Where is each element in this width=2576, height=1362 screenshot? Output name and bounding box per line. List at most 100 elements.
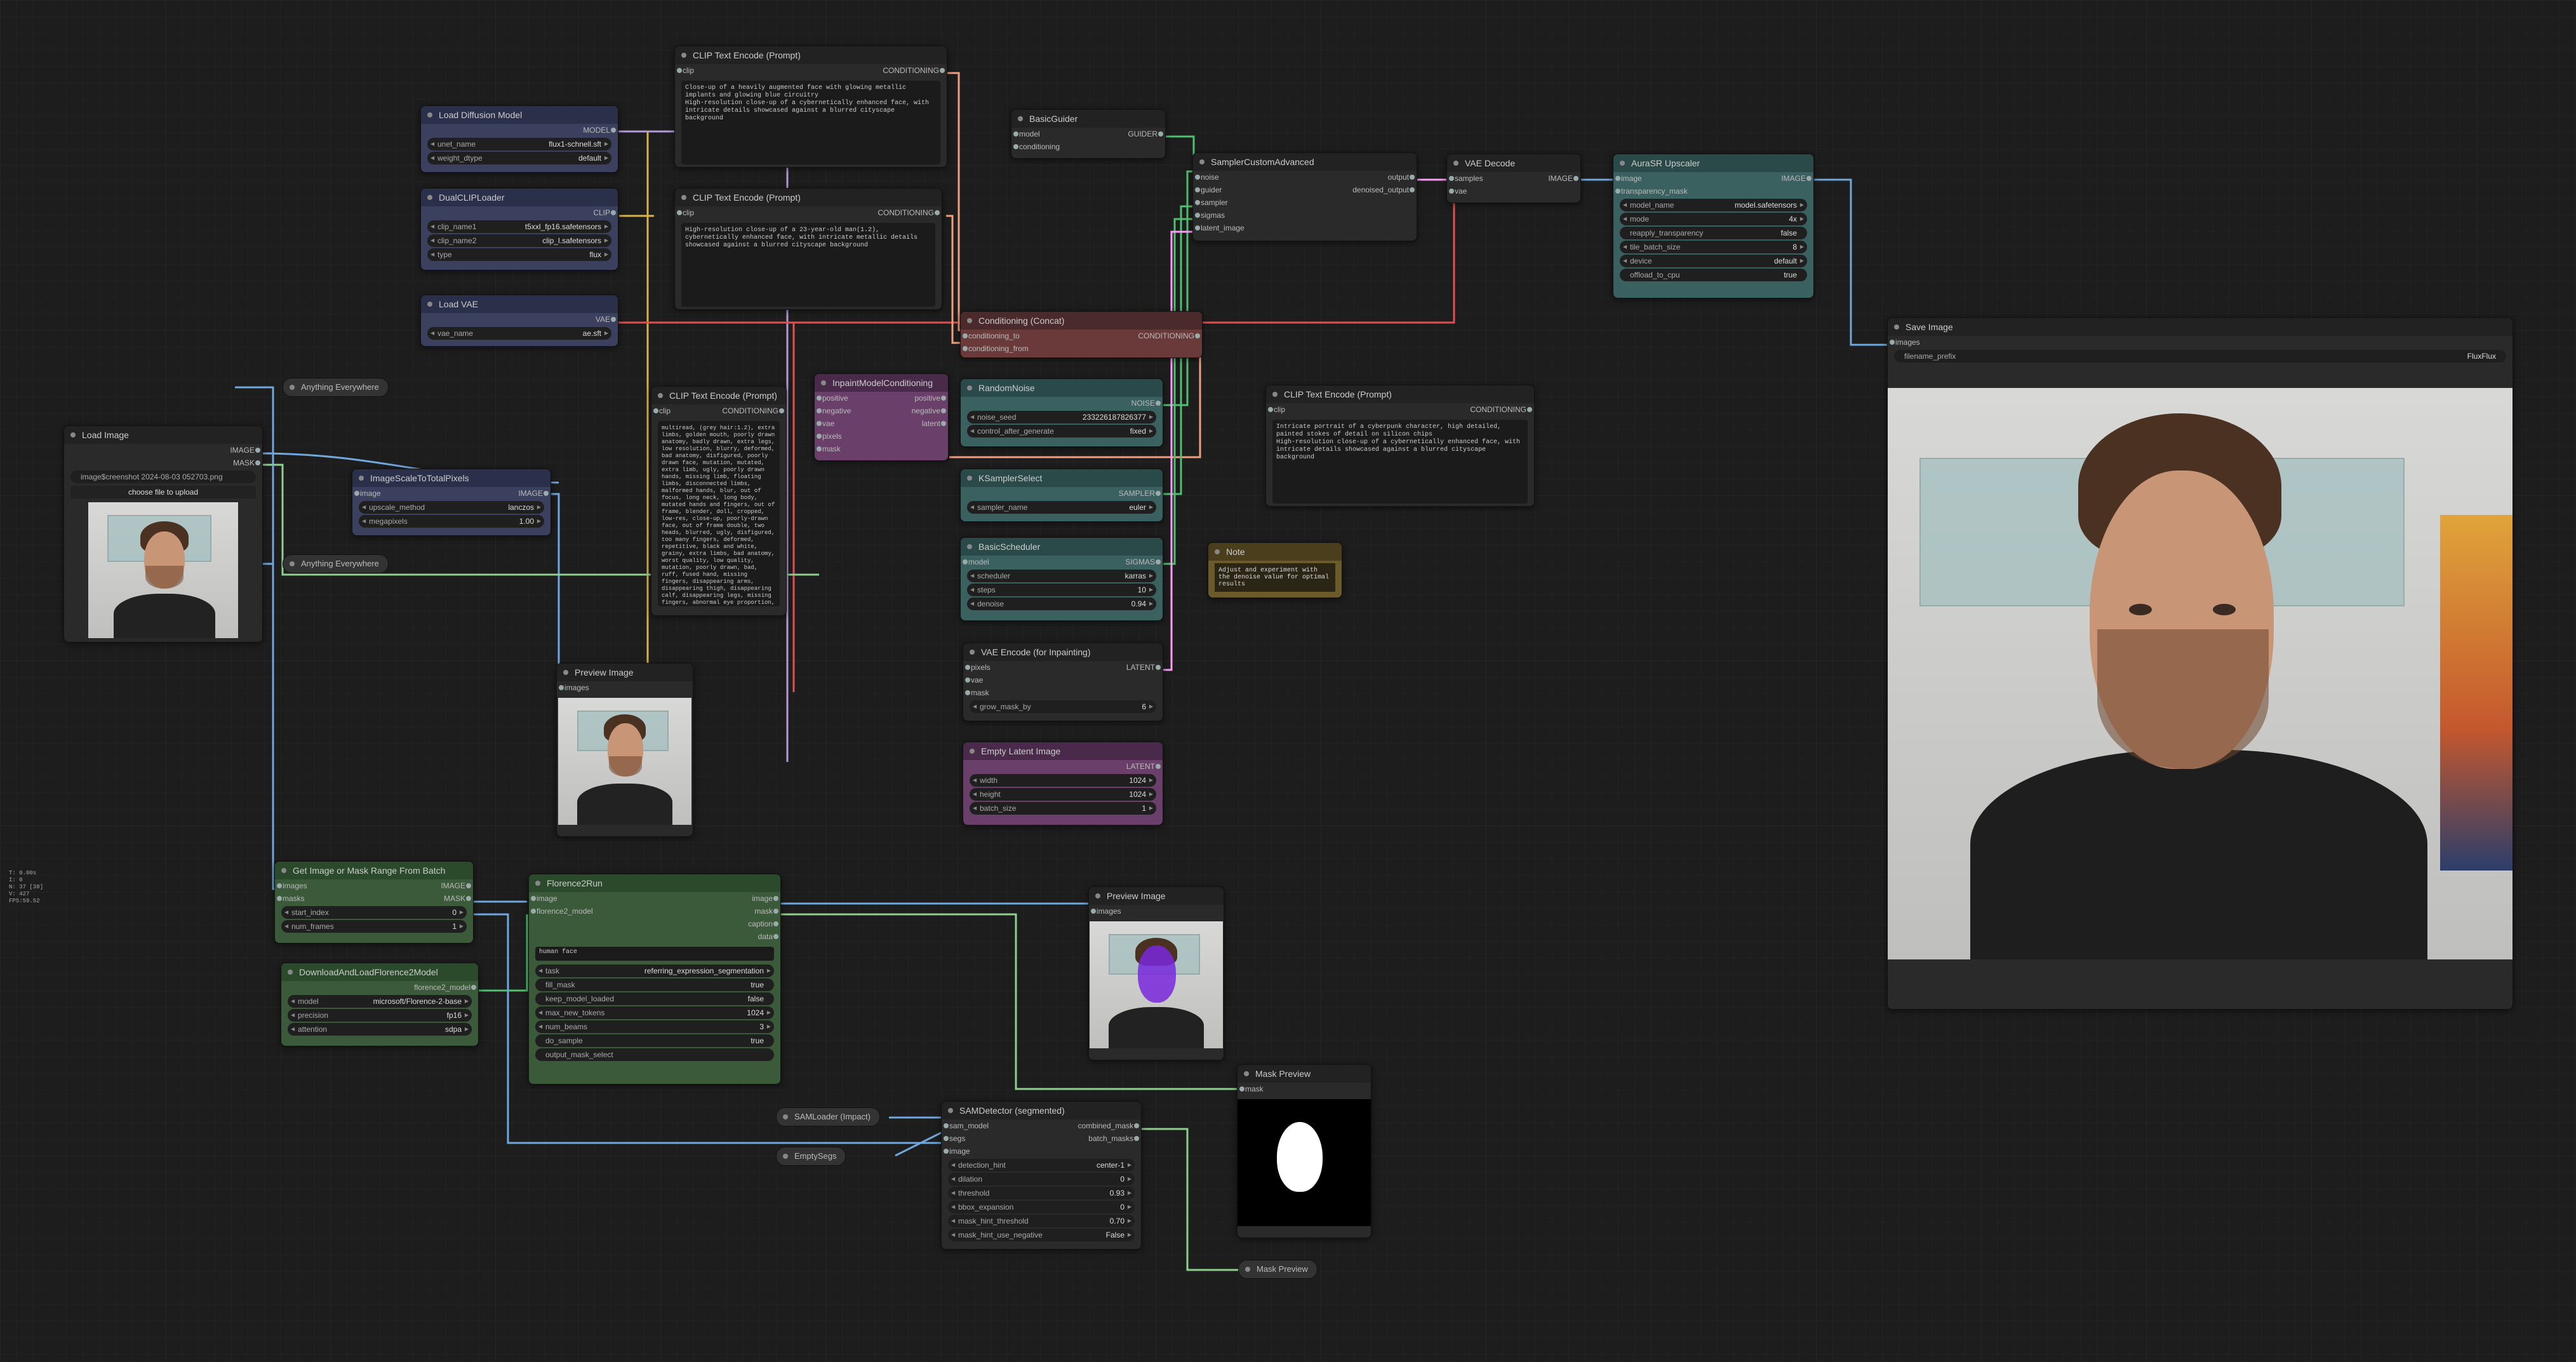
positive-io[interactable]: positive positive — [815, 392, 948, 404]
clip-text-encode-node-4[interactable]: CLIP Text Encode (Prompt) clip CONDITIONI… — [1265, 385, 1535, 507]
output-florence2-model[interactable]: florence2_model — [281, 981, 478, 994]
output-clip[interactable]: CLIP — [421, 206, 618, 219]
offload-to-cpu-toggle[interactable]: offload_to_cpu true — [1620, 269, 1807, 281]
task-widget[interactable]: taskreferring_expression_segmentation — [535, 965, 774, 977]
data-output[interactable]: data — [529, 930, 780, 943]
image-input[interactable]: image — [942, 1145, 1141, 1158]
image-io[interactable]: image image — [529, 892, 780, 905]
output-model[interactable]: MODEL — [421, 124, 618, 137]
output-mask-select-widget[interactable]: output_mask_select — [535, 1048, 774, 1061]
clip-text-encode-node-1[interactable]: CLIP Text Encode (Prompt) clip CONDITIONI… — [674, 46, 947, 168]
prompt-textarea[interactable]: multiread, (grey hair:1.2), extra limbs,… — [658, 421, 780, 606]
start-index-widget[interactable]: start_index0 — [281, 906, 467, 919]
mode-widget[interactable]: mode4x — [1620, 213, 1807, 225]
device-widget[interactable]: devicedefault — [1620, 255, 1807, 267]
steps-widget[interactable]: steps10 — [967, 584, 1156, 596]
height-widget[interactable]: height1024 — [970, 788, 1156, 801]
text-input[interactable]: human face — [535, 947, 774, 961]
anything-everywhere-node-2[interactable]: Anything Everywhere — [283, 554, 389, 573]
conditioning-to-io[interactable]: conditioning_to CONDITIONING — [961, 330, 1202, 342]
scheduler-widget[interactable]: schedulerkarras — [967, 570, 1156, 582]
florence2-model-mask-io[interactable]: florence2_model mask — [529, 905, 780, 918]
output-latent[interactable]: LATENT — [963, 760, 1163, 773]
image-io[interactable]: image IMAGE — [352, 487, 551, 500]
latent-image-input[interactable]: latent_image — [1193, 222, 1417, 234]
clip-text-encode-node-3[interactable]: CLIP Text Encode (Prompt) clip CONDITIONI… — [651, 386, 787, 616]
vae-latent-io[interactable]: vae latent — [815, 417, 948, 430]
pixels-input[interactable]: pixels — [815, 430, 948, 443]
precision-widget[interactable]: precisionfp16 — [288, 1009, 472, 1022]
mask-input[interactable]: mask — [963, 686, 1163, 699]
sampler-input[interactable]: sampler — [1193, 196, 1417, 209]
attention-widget[interactable]: attentionsdpa — [288, 1023, 472, 1036]
clip-io[interactable]: clip CONDITIONING — [675, 206, 942, 219]
num-beams-widget[interactable]: num_beams3 — [535, 1020, 774, 1033]
images-input[interactable]: images — [1888, 336, 2513, 349]
save-image-node[interactable]: Save Image images filename_prefix FluxFlu… — [1887, 317, 2513, 1010]
aurasr-upscaler-node[interactable]: AuraSR Upscaler image IMAGE transparency_… — [1613, 154, 1814, 298]
conditioning-from-input[interactable]: conditioning_from — [961, 342, 1202, 355]
upscale-method-widget[interactable]: upscale_methodlanczos — [359, 501, 544, 514]
mask-preview-node-1[interactable]: Mask Preview mask — [1237, 1064, 1371, 1238]
get-image-mask-range-node[interactable]: Get Image or Mask Range From Batch image… — [274, 861, 474, 944]
width-widget[interactable]: width1024 — [970, 774, 1156, 787]
preview-image-node-1[interactable]: Preview Image images — [556, 663, 693, 837]
output-mask[interactable]: MASK — [64, 457, 262, 469]
sampler-custom-advanced-node[interactable]: SamplerCustomAdvanced noise output guider… — [1192, 152, 1417, 241]
vae-encode-inpainting-node[interactable]: VAE Encode (for Inpainting) pixels LATENT… — [963, 643, 1163, 721]
segs-io[interactable]: segs batch_masks — [942, 1132, 1141, 1145]
masks-io[interactable]: masks MASK — [275, 892, 473, 905]
clip-io[interactable]: clip CONDITIONING — [675, 64, 947, 77]
samples-image-io[interactable]: samples IMAGE — [1447, 172, 1580, 185]
filename-prefix-widget[interactable]: filename_prefix FluxFlux — [1894, 350, 2506, 363]
megapixels-widget[interactable]: megapixels1.00 — [359, 515, 544, 528]
tile-batch-size-widget[interactable]: tile_batch_size8 — [1620, 241, 1807, 253]
grow-mask-by-widget[interactable]: grow_mask_by6 — [970, 700, 1156, 713]
basic-scheduler-node[interactable]: BasicScheduler modelSIGMAS schedulerkarr… — [960, 537, 1163, 621]
do-sample-toggle[interactable]: do_sample true — [535, 1034, 774, 1047]
output-vae[interactable]: VAE — [421, 313, 618, 326]
sam-model-io[interactable]: sam_model combined_mask — [942, 1119, 1141, 1132]
upload-button[interactable]: choose file to upload — [70, 486, 256, 498]
detection-hint-widget[interactable]: detection_hintcenter-1 — [948, 1159, 1135, 1172]
weight-dtype-widget[interactable]: weight_dtypedefault — [427, 152, 611, 164]
output-sampler[interactable]: SAMPLER — [961, 487, 1163, 500]
model-name-widget[interactable]: model_namemodel.safetensors — [1620, 199, 1807, 211]
empty-latent-image-node[interactable]: Empty Latent Image LATENT width1024 heig… — [963, 742, 1163, 825]
sampler-name-widget[interactable]: sampler_nameeuler — [967, 501, 1156, 514]
images-input[interactable]: images — [1089, 905, 1224, 918]
model-widget[interactable]: modelmicrosoft/Florence-2-base — [288, 995, 472, 1008]
download-florence2-model-node[interactable]: DownloadAndLoadFlorence2Model florence2_… — [281, 963, 479, 1046]
conditioning-concat-node[interactable]: Conditioning (Concat) conditioning_to CON… — [960, 311, 1203, 358]
clip-io[interactable]: clip CONDITIONING — [1266, 403, 1534, 416]
bbox-expansion-widget[interactable]: bbox_expansion0 — [948, 1201, 1135, 1213]
model-sigmas-io[interactable]: model SIGMAS — [961, 556, 1163, 568]
transparency-mask-input[interactable]: transparency_mask — [1613, 185, 1813, 197]
mask-input[interactable]: mask — [815, 443, 948, 455]
dilation-widget[interactable]: dilation0 — [948, 1173, 1135, 1185]
noise-seed-widget[interactable]: noise_seed233226187826377 — [967, 411, 1156, 424]
mask-hint-threshold-widget[interactable]: mask_hint_threshold0.70 — [948, 1215, 1135, 1227]
max-new-tokens-widget[interactable]: max_new_tokens1024 — [535, 1006, 774, 1019]
image-scale-to-total-pixels-node[interactable]: ImageScaleToTotalPixels imageIMAGE upsca… — [352, 469, 551, 536]
preview-image-node-2[interactable]: Preview Image images — [1088, 886, 1224, 1060]
prompt-textarea[interactable]: Close-up of a heavily augmented face wit… — [681, 81, 940, 164]
vae-decode-node[interactable]: VAE Decode samples IMAGE vae — [1446, 154, 1581, 203]
negative-io[interactable]: negative negative — [815, 404, 948, 417]
florence2-run-node[interactable]: Florence2Run image image florence2_model m… — [528, 874, 781, 1085]
random-noise-node[interactable]: RandomNoise NOISE noise_seed233226187826… — [960, 378, 1163, 447]
clip-name2-widget[interactable]: clip_name2clip_l.safetensors — [427, 234, 611, 247]
vae-input[interactable]: vae — [963, 674, 1163, 686]
vae-input[interactable]: vae — [1447, 185, 1580, 197]
load-image-node[interactable]: Load Image IMAGE MASK image$creenshot 20… — [63, 425, 263, 643]
control-after-generate-widget[interactable]: control_after_generatefixed — [967, 425, 1156, 437]
images-io[interactable]: images IMAGE — [275, 879, 473, 892]
pixels-latent-io[interactable]: pixels LATENT — [963, 661, 1163, 674]
dual-clip-loader-node[interactable]: DualCLIPLoader CLIP clip_name1t5xxl_fp16… — [420, 188, 618, 270]
caption-output[interactable]: caption — [529, 918, 780, 930]
mask-preview-node-2[interactable]: Mask Preview — [1238, 1260, 1318, 1279]
samloader-node[interactable]: SAMLoader (Impact) — [776, 1107, 880, 1126]
denoise-widget[interactable]: denoise0.94 — [967, 598, 1156, 610]
prompt-textarea[interactable]: Intricate portrait of a cyberpunk charac… — [1272, 420, 1528, 504]
emptysegs-node[interactable]: EmptySegs — [776, 1147, 846, 1166]
